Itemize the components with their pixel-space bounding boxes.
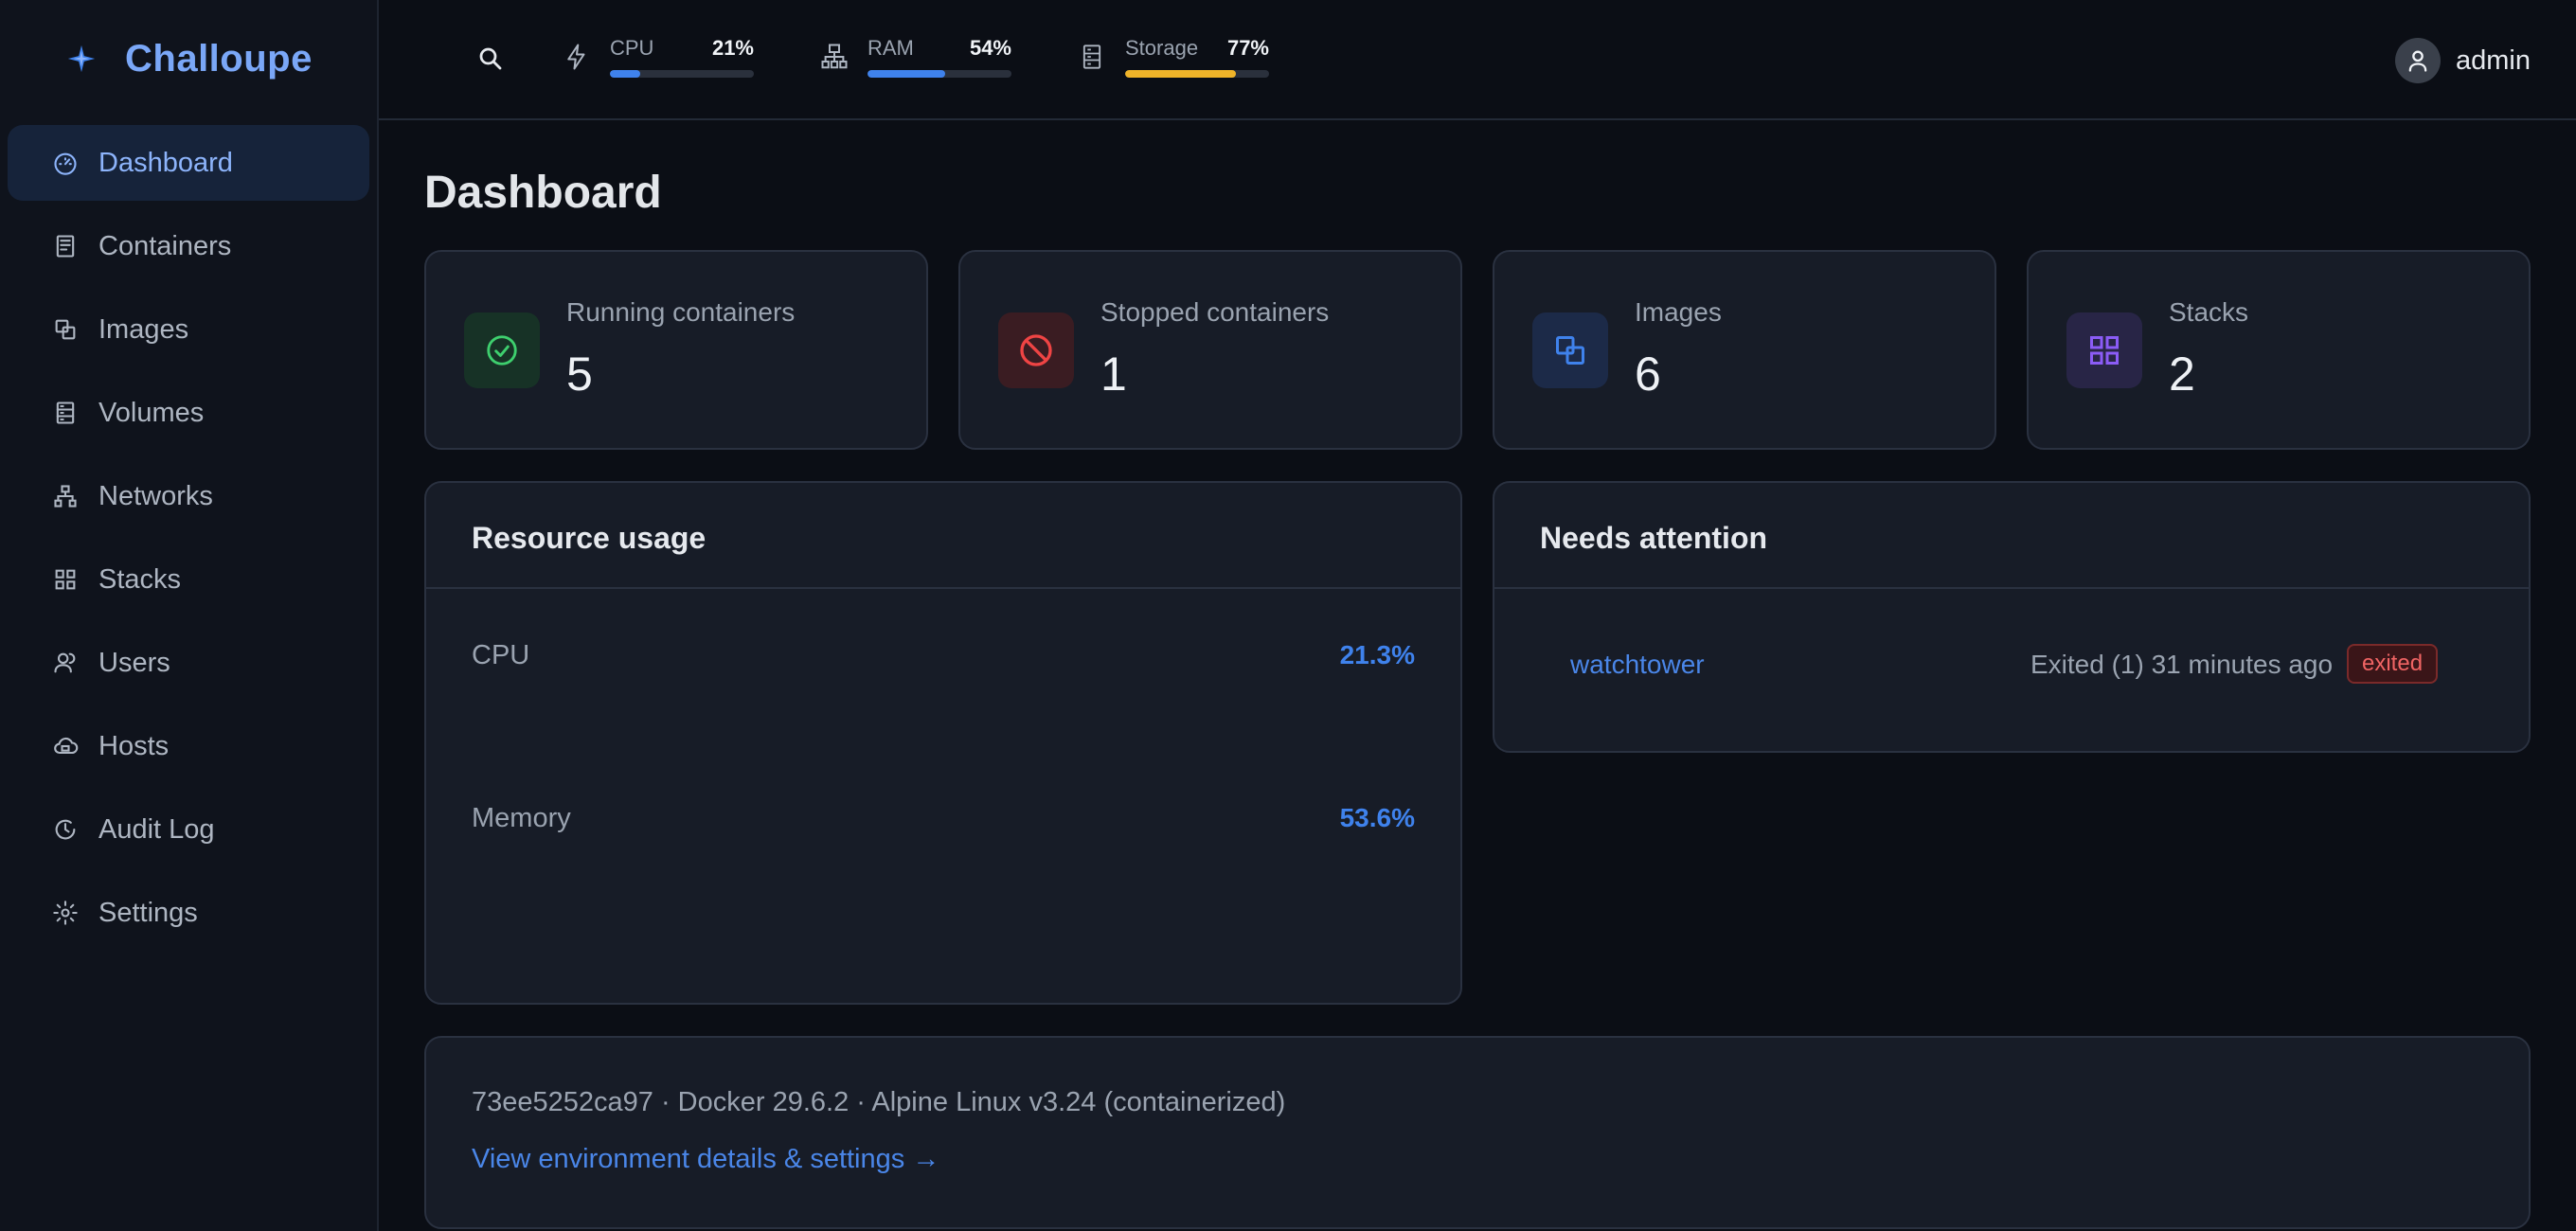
gear-icon xyxy=(51,899,80,927)
sidebar-item-label: Stacks xyxy=(98,563,182,595)
panel-divider xyxy=(426,587,1460,589)
panel-divider xyxy=(1494,587,2529,589)
hosts-cloud-icon xyxy=(51,732,80,760)
storage-progress-bar xyxy=(1125,70,1269,78)
sidebar-item-dashboard[interactable]: Dashboard xyxy=(8,125,369,201)
stat-card-running[interactable]: Running containers 5 xyxy=(424,250,928,450)
network-icon xyxy=(51,482,80,510)
app-root: Challoupe Dashboard Containers Images Vo… xyxy=(0,0,2576,1231)
sidebar-item-hosts[interactable]: Hosts xyxy=(8,708,369,784)
resource-usage-panel: Resource usage CPU 21.3% Memory 53.6% xyxy=(424,481,1462,1005)
storage-metric: Storage 77% xyxy=(1076,36,1269,78)
usage-value: 53.6% xyxy=(1339,803,1415,832)
storage-progress-fill xyxy=(1125,70,1237,78)
panel-title: Needs attention xyxy=(1540,521,1768,555)
sidebar-item-label: Hosts xyxy=(98,730,170,761)
stat-label: Stacks xyxy=(2169,297,2249,327)
stacks-grid-icon xyxy=(2066,312,2142,388)
sidebar-item-label: Networks xyxy=(98,480,213,511)
metric-label: CPU xyxy=(610,36,654,60)
usage-value: 21.3% xyxy=(1339,640,1415,669)
container-icon xyxy=(51,232,80,260)
metric-label: Storage xyxy=(1125,36,1199,60)
sidebar-item-stacks[interactable]: Stacks xyxy=(8,542,369,617)
container-link-watchtower[interactable]: watchtower xyxy=(1570,650,1705,680)
sidebar-item-settings[interactable]: Settings xyxy=(8,875,369,951)
sidebar-item-users[interactable]: Users xyxy=(8,625,369,701)
container-status-text: Exited (1) 31 minutes ago xyxy=(2030,650,2334,679)
sidebar-item-label: Volumes xyxy=(98,397,205,428)
check-circle-icon xyxy=(464,312,540,388)
stat-card-stopped[interactable]: Stopped containers 1 xyxy=(958,250,1462,450)
stat-value: 5 xyxy=(566,348,593,401)
sidebar-item-volumes[interactable]: Volumes xyxy=(8,375,369,451)
sidebar-item-networks[interactable]: Networks xyxy=(8,458,369,534)
network-icon xyxy=(818,38,850,76)
volumes-icon xyxy=(51,399,80,427)
lightning-icon xyxy=(561,38,593,76)
stat-value: 6 xyxy=(1635,348,1661,401)
storage-icon xyxy=(1076,38,1108,76)
cpu-progress-fill xyxy=(610,70,640,78)
sidebar-item-label: Audit Log xyxy=(98,813,215,845)
blocked-circle-icon xyxy=(998,312,1074,388)
stat-value: 2 xyxy=(2169,348,2195,401)
environment-summary: 73ee5252ca97 · Docker 29.6.2 · Alpine Li… xyxy=(472,1087,1286,1117)
status-badge: exited xyxy=(2347,644,2439,684)
stat-label: Running containers xyxy=(566,297,796,327)
stat-value: 1 xyxy=(1100,348,1127,401)
user-name: admin xyxy=(2456,45,2531,76)
sidebar-item-label: Settings xyxy=(98,897,198,928)
sidebar-item-containers[interactable]: Containers xyxy=(8,208,369,284)
stat-label: Images xyxy=(1635,297,1722,327)
user-avatar-icon xyxy=(2395,38,2441,83)
ram-metric: RAM 54% xyxy=(818,36,1011,78)
usage-label: CPU xyxy=(472,640,530,670)
metric-value: 54% xyxy=(969,36,1011,60)
brand-name: Challoupe xyxy=(125,37,313,80)
sidebar-nav: Dashboard Containers Images Volumes Netw… xyxy=(8,125,369,958)
history-icon xyxy=(51,815,80,844)
stat-card-images[interactable]: Images 6 xyxy=(1493,250,1996,450)
users-icon xyxy=(51,649,80,677)
needs-attention-panel: Needs attention watchtower Exited (1) 31… xyxy=(1493,481,2531,753)
metric-value: 77% xyxy=(1226,36,1269,60)
sidebar-item-label: Containers xyxy=(98,230,232,261)
brand[interactable]: Challoupe xyxy=(61,32,313,85)
environment-panel: 73ee5252ca97 · Docker 29.6.2 · Alpine Li… xyxy=(424,1036,2531,1229)
sidebar-item-label: Dashboard xyxy=(98,147,233,178)
search-icon[interactable] xyxy=(474,42,508,76)
cpu-progress-bar xyxy=(610,70,754,78)
ram-progress-bar xyxy=(868,70,1011,78)
sidebar-item-images[interactable]: Images xyxy=(8,292,369,367)
stacks-grid-icon xyxy=(51,565,80,594)
sidebar: Challoupe Dashboard Containers Images Vo… xyxy=(0,0,379,1231)
user-menu[interactable]: admin xyxy=(2395,38,2531,83)
stat-card-stacks[interactable]: Stacks 2 xyxy=(2027,250,2531,450)
dashboard-gauge-icon xyxy=(51,149,80,177)
usage-label: Memory xyxy=(472,803,571,833)
images-icon xyxy=(1532,312,1608,388)
topbar: CPU 21% RAM 54% Storage 77% admin xyxy=(379,0,2576,120)
cpu-usage-row: CPU 21.3% xyxy=(472,640,1415,671)
panel-title: Resource usage xyxy=(472,521,707,555)
metric-value: 21% xyxy=(711,36,754,60)
sidebar-item-label: Users xyxy=(98,647,170,678)
environment-details-link[interactable]: View environment details & settings → xyxy=(472,1144,939,1175)
cpu-metric: CPU 21% xyxy=(561,36,754,78)
page-title: Dashboard xyxy=(424,168,662,218)
sparkle-logo-icon xyxy=(61,38,102,80)
sidebar-item-label: Images xyxy=(98,313,189,345)
metric-label: RAM xyxy=(868,36,914,60)
sidebar-item-audit-log[interactable]: Audit Log xyxy=(8,792,369,867)
images-icon xyxy=(51,315,80,344)
stat-label: Stopped containers xyxy=(1100,297,1330,327)
ram-progress-fill xyxy=(868,70,946,78)
memory-usage-row: Memory 53.6% xyxy=(472,803,1415,834)
